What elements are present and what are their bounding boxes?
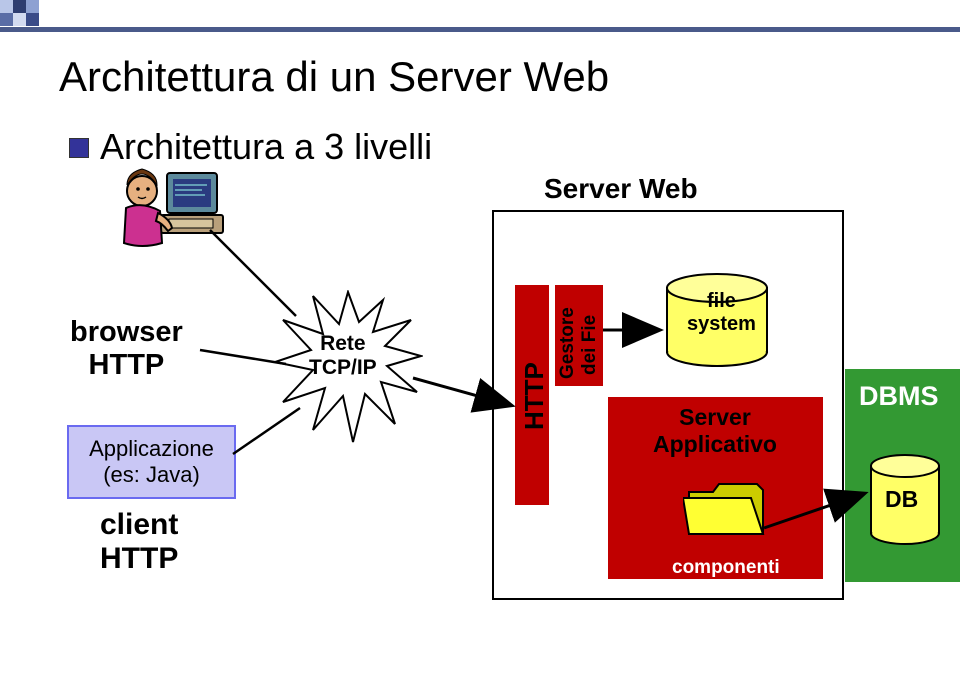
components-label: componenti [672, 557, 780, 579]
user-computer-icon [112, 163, 232, 273]
bullet-text: Architettura a 3 livelli [100, 126, 432, 168]
file-manager-label-1: Gestore [557, 307, 579, 379]
slide-title: Architettura di un Server Web [59, 53, 609, 101]
database-label: DB [885, 486, 918, 513]
browser-label: browserHTTP [70, 316, 183, 382]
network-label: ReteTCP/IP [309, 332, 377, 380]
server-web-label: Server Web [544, 173, 698, 205]
dbms-label: DBMS [859, 381, 939, 412]
bullet-icon [69, 138, 89, 158]
slide-decor-line [0, 27, 960, 32]
components-folder-icon [683, 478, 768, 549]
filesystem-label: filesystem [687, 290, 756, 336]
client-http-label: clientHTTP [100, 508, 178, 576]
java-application-label: Applicazione(es: Java) [89, 436, 214, 489]
file-manager-label-2: dei Fie [579, 315, 601, 375]
application-server-label: ServerApplicativo [653, 404, 777, 458]
http-module-label: HTTP [519, 362, 550, 430]
java-application-box: Applicazione(es: Java) [67, 425, 236, 499]
